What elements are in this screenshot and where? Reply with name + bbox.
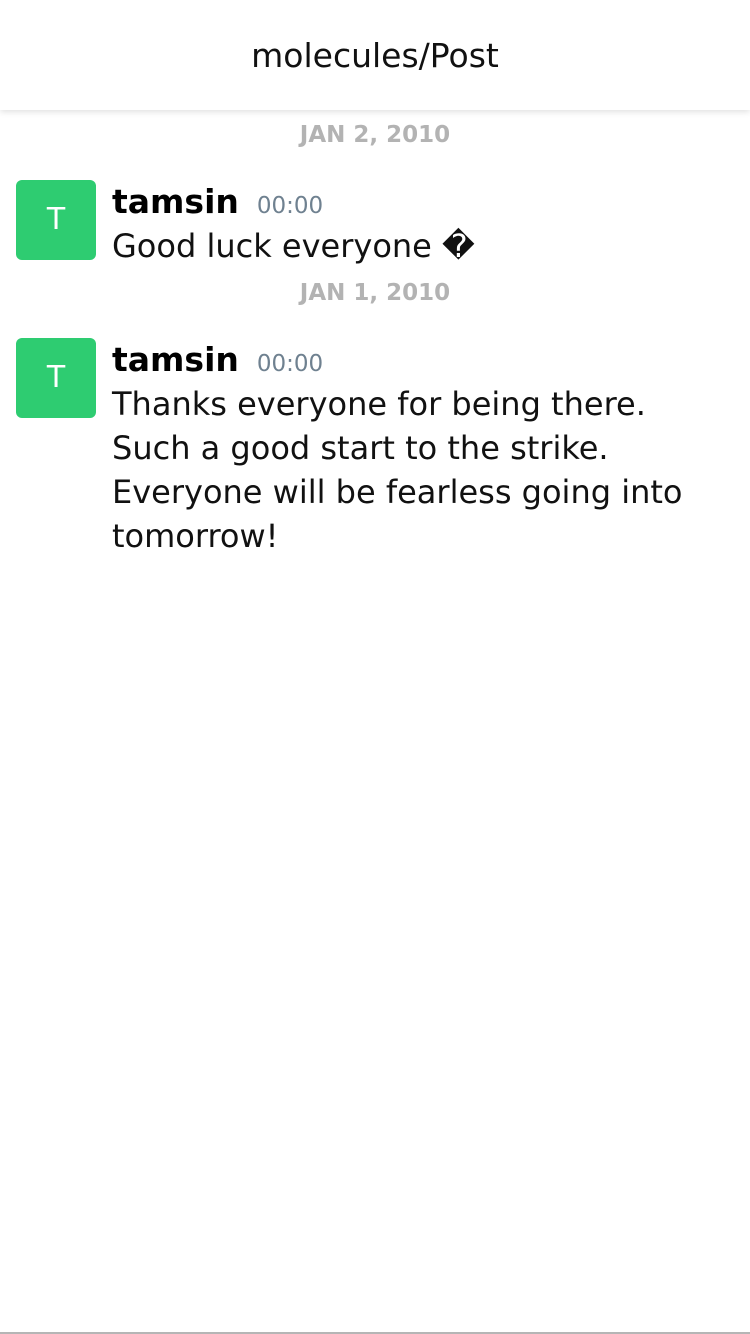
post-timestamp: 00:00 (256, 351, 324, 377)
post-timestamp: 00:00 (256, 193, 324, 219)
header-bar: molecules/Post (0, 0, 750, 110)
post-item[interactable]: T tamsin 00:00 Good luck everyone � (0, 180, 750, 268)
avatar[interactable]: T (16, 338, 96, 418)
author-name[interactable]: tamsin (112, 182, 239, 221)
avatar[interactable]: T (16, 180, 96, 260)
author-name[interactable]: tamsin (112, 340, 239, 379)
message-feed[interactable]: JAN 2, 2010 T tamsin 00:00 Good luck ever… (0, 110, 750, 558)
post-message: Thanks everyone for being there. Such a … (112, 385, 683, 555)
post-item[interactable]: T tamsin 00:00 Thanks everyone for being … (0, 338, 750, 558)
post-screen: molecules/Post JAN 2, 2010 T tamsin 00:00… (0, 0, 750, 1334)
post-header: tamsin 00:00 (112, 338, 730, 382)
post-message: Good luck everyone � (112, 227, 475, 265)
post-header: tamsin 00:00 (112, 180, 730, 224)
page-title: molecules/Post (251, 36, 499, 75)
date-separator: JAN 2, 2010 (299, 122, 451, 148)
date-separator: JAN 1, 2010 (299, 280, 451, 306)
